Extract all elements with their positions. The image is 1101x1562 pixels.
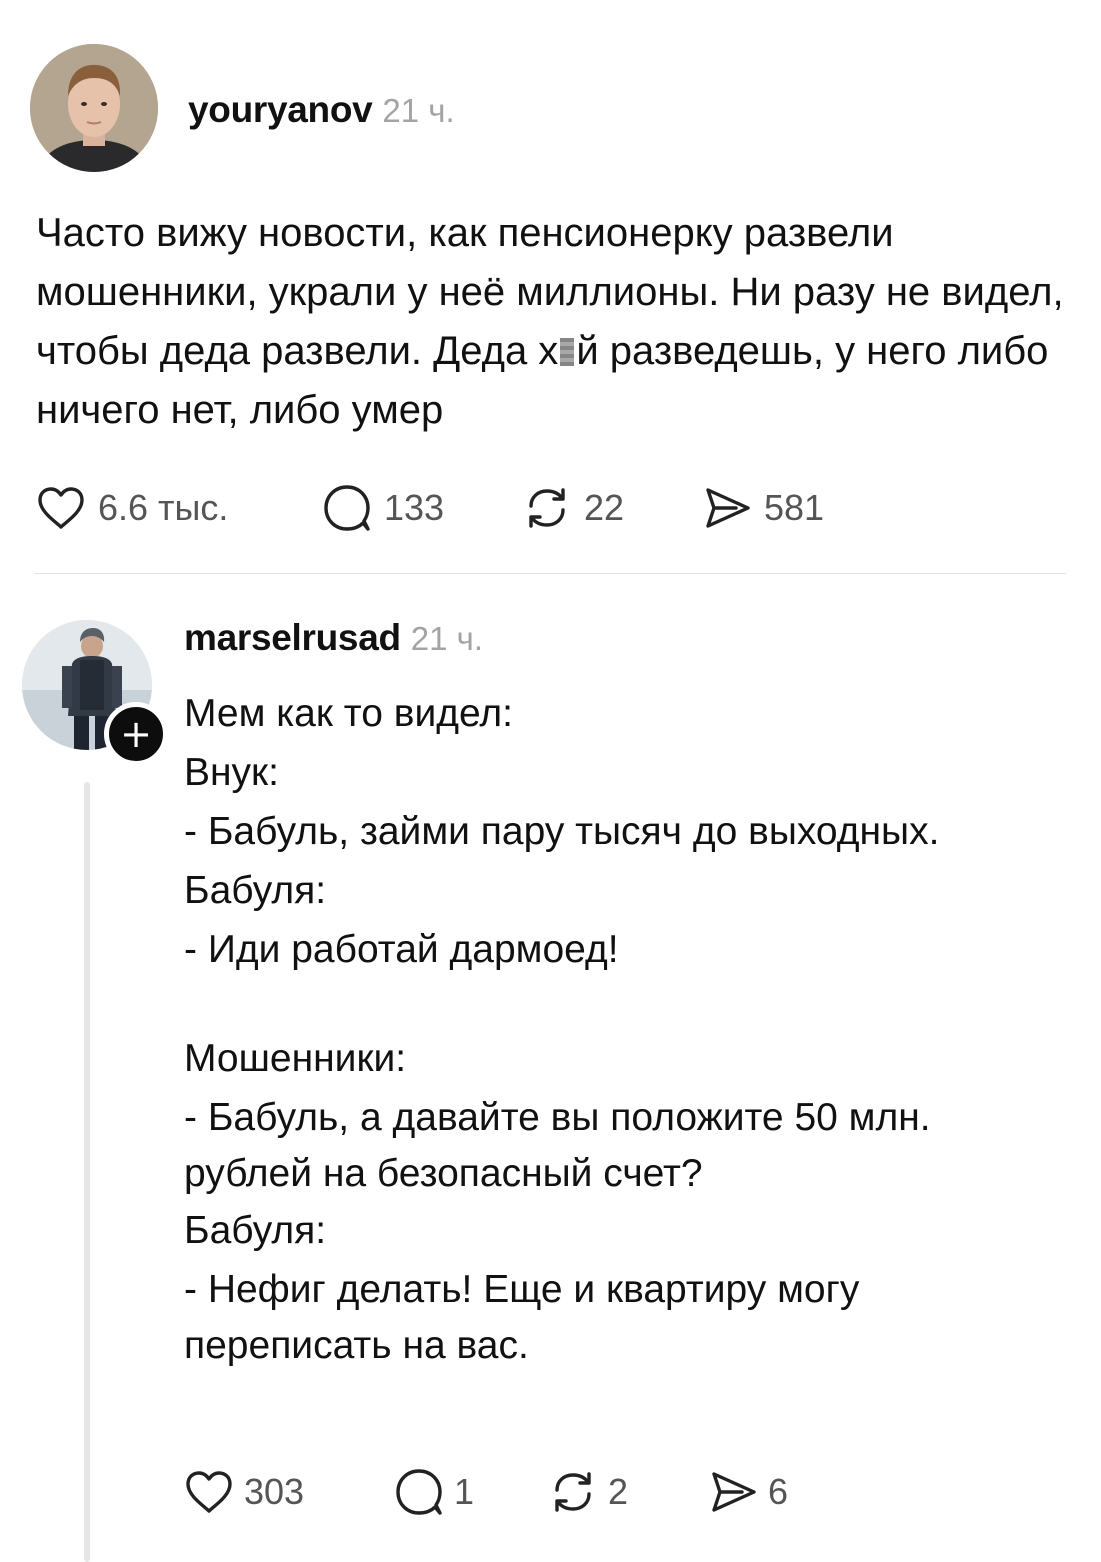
reply-repost-button[interactable]: 2 bbox=[548, 1468, 708, 1516]
avatar-photo bbox=[30, 44, 158, 172]
repost-arrows-icon bbox=[529, 488, 565, 528]
post-like-button[interactable]: 6.6 тыс. bbox=[36, 485, 322, 531]
reply-like-button[interactable]: 303 bbox=[184, 1469, 394, 1515]
post-comment-button[interactable]: 133 bbox=[322, 484, 522, 532]
follow-plus-button[interactable]: + bbox=[104, 702, 168, 766]
censor-blur bbox=[560, 338, 575, 366]
heart-icon bbox=[186, 1471, 232, 1513]
paper-plane-icon bbox=[712, 1472, 756, 1512]
reply-comment-button[interactable]: 1 bbox=[394, 1468, 548, 1516]
reply-like-count: 303 bbox=[244, 1471, 305, 1512]
reply-line: Внук: bbox=[184, 751, 279, 794]
speech-bubble-icon bbox=[396, 1469, 442, 1515]
speech-bubble-icon bbox=[324, 485, 370, 531]
paper-plane-icon bbox=[706, 488, 750, 528]
thread-line bbox=[84, 782, 90, 1562]
reply-line: Бабуля: bbox=[184, 1209, 327, 1252]
reply-line: Бабуля: bbox=[184, 869, 327, 912]
reply-repost-count: 2 bbox=[608, 1471, 629, 1512]
reply-line: рублей на безопасный счет? bbox=[184, 1152, 703, 1195]
post-share-count: 581 bbox=[764, 487, 825, 528]
post-like-count: 6.6 тыс. bbox=[98, 487, 229, 528]
reply-avatar[interactable]: + bbox=[22, 620, 168, 766]
post-timestamp: 21 ч. bbox=[382, 92, 455, 129]
reply-share-button[interactable]: 6 bbox=[708, 1469, 788, 1515]
reply-line: - Бабуль, займи пару тысяч до выходных. bbox=[184, 810, 940, 853]
post-divider bbox=[34, 573, 1066, 574]
post-action-bar: 6.6 тыс. 133 22 581 bbox=[36, 484, 824, 532]
reply-line: - Иди работай дармоед! bbox=[184, 928, 619, 971]
reply-timestamp: 21 ч. bbox=[410, 620, 484, 657]
reply-line: - Бабуль, а давайте вы положите 50 млн. bbox=[184, 1096, 931, 1139]
post-header: youryanov 21 ч. bbox=[188, 88, 455, 133]
reply-line: - Нефиг делать! Еще и квартиру могу bbox=[184, 1268, 860, 1311]
reply-share-count: 6 bbox=[768, 1471, 789, 1512]
plus-icon: + bbox=[120, 712, 152, 756]
post-avatar[interactable] bbox=[30, 44, 158, 172]
reply-line: Мошенники: bbox=[184, 1037, 407, 1080]
reply-action-bar: 303 1 2 6 bbox=[184, 1468, 788, 1516]
reply-header: marselrusad 21 ч. bbox=[184, 616, 483, 661]
post-text: Часто вижу новости, как пенсионерку разв… bbox=[36, 204, 1076, 440]
reply-text: Мем как то видел: Внук: - Бабуль, займи … bbox=[184, 684, 1084, 1373]
post-comment-count: 133 bbox=[384, 487, 445, 528]
repost-arrows-icon bbox=[555, 1472, 591, 1512]
reply-line: переписать на вас. bbox=[184, 1324, 529, 1367]
post-repost-count: 22 bbox=[584, 487, 625, 528]
post-share-button[interactable]: 581 bbox=[702, 485, 824, 531]
reply-comment-count: 1 bbox=[454, 1471, 475, 1512]
reply-line: Мем как то видел: bbox=[184, 692, 513, 735]
post-username[interactable]: youryanov bbox=[188, 89, 373, 130]
reply-blank-line bbox=[184, 979, 1084, 1029]
heart-icon bbox=[38, 487, 84, 529]
post-repost-button[interactable]: 22 bbox=[522, 484, 702, 532]
reply-username[interactable]: marselrusad bbox=[184, 617, 401, 658]
